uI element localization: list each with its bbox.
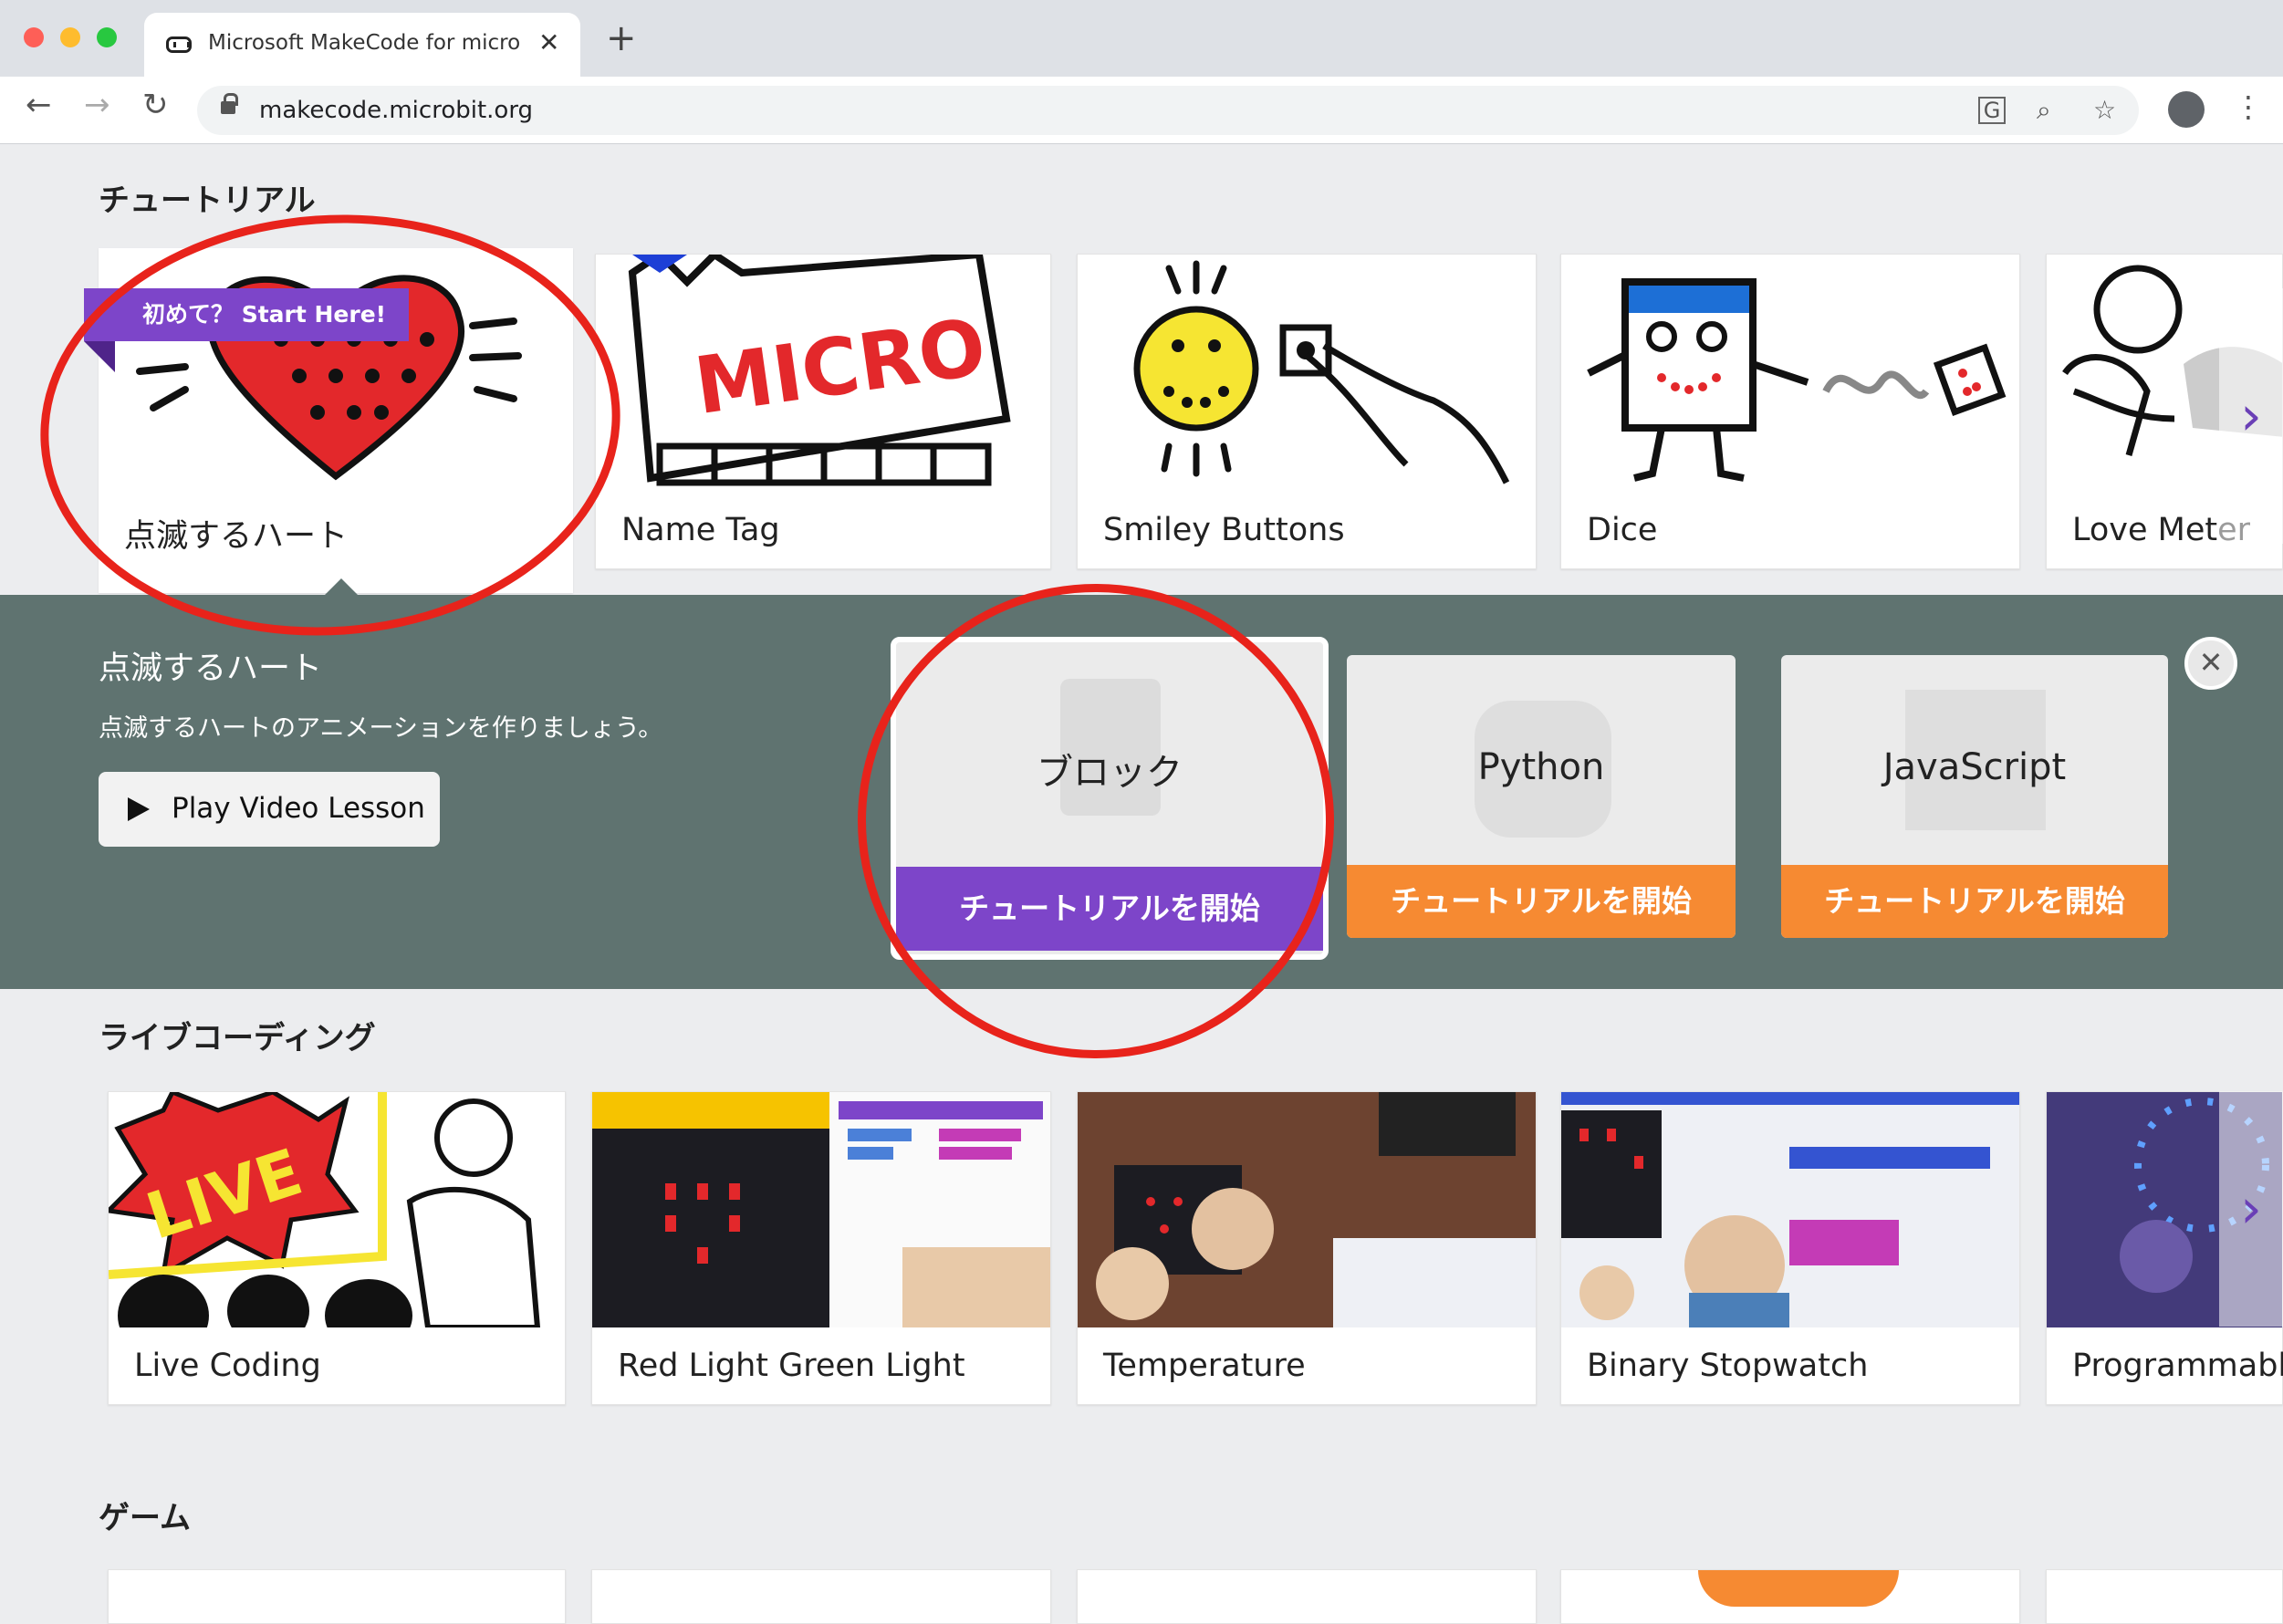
smiley-buttons-thumbnail — [1078, 255, 1536, 490]
tutorial-card-label: Dice — [1587, 512, 1658, 548]
tutorial-card-label: Name Tag — [621, 512, 780, 548]
play-icon — [128, 797, 150, 821]
translate-icon[interactable]: G — [1978, 97, 2006, 124]
tutorial-card-smiley-buttons[interactable]: Smiley Buttons — [1077, 254, 1537, 569]
zoom-window-button[interactable] — [97, 27, 117, 47]
live-card-live-coding[interactable]: LIVE Live Coding — [108, 1091, 566, 1405]
section-title-games: ゲーム — [99, 1500, 191, 1536]
detail-description: 点滅するハートのアニメーションを作りましょう。 — [99, 714, 663, 743]
browser-chrome: Microsoft MakeCode for micro ✕ + ← → ↻ m… — [0, 0, 2283, 144]
close-panel-icon[interactable]: ✕ — [2184, 637, 2237, 690]
start-tutorial-button-javascript[interactable]: チュートリアルを開始 — [1781, 865, 2168, 938]
game-card[interactable] — [591, 1569, 1051, 1624]
lock-icon — [221, 93, 238, 114]
language-card-javascript[interactable]: JavaScript チュートリアルを開始 — [1781, 655, 2168, 938]
address-bar[interactable]: makecode.microbit.org G ⌕ ☆ — [197, 86, 2139, 135]
forward-arrow-icon[interactable]: → — [84, 89, 110, 120]
game-card[interactable] — [2046, 1569, 2283, 1624]
tutorial-card-dice[interactable]: Dice — [1560, 254, 2020, 569]
section-title-tutorials: チュートリアル — [99, 182, 316, 219]
menu-kebab-icon[interactable]: ⋮ — [2234, 89, 2263, 124]
language-card-python[interactable]: Python チュートリアルを開始 — [1347, 655, 1736, 938]
profile-avatar-icon[interactable] — [2168, 91, 2205, 128]
browser-toolbar: ← → ↻ makecode.microbit.org G ⌕ ☆ ⋮ — [0, 77, 2283, 144]
reload-icon[interactable]: ↻ — [142, 89, 169, 120]
section-title-live-coding: ライブコーディング — [99, 1020, 376, 1057]
live-card-label: Programmable — [2072, 1348, 2283, 1384]
live-card-temperature[interactable]: Temperature — [1077, 1091, 1537, 1405]
live-card-label: Binary Stopwatch — [1587, 1348, 1869, 1384]
detail-title: 点滅するハート — [99, 651, 323, 687]
microbit-favicon-icon — [166, 36, 192, 53]
binary-stopwatch-thumbnail — [1561, 1092, 2019, 1327]
name-tag-thumbnail: MICRO — [596, 255, 1050, 490]
temperature-thumbnail — [1078, 1092, 1536, 1327]
url-text: makecode.microbit.org — [259, 97, 534, 124]
live-card-red-light-green-light[interactable]: Red Light Green Light — [591, 1091, 1051, 1405]
tutorial-card-name-tag[interactable]: MICRO Name Tag — [595, 254, 1051, 569]
zoom-icon[interactable]: ⌕ — [2037, 95, 2051, 126]
game-card[interactable] — [108, 1569, 566, 1624]
tab-bar: Microsoft MakeCode for micro ✕ + — [0, 0, 2283, 77]
tab-close-icon[interactable]: ✕ — [538, 27, 559, 57]
live-coding-thumbnail: LIVE — [109, 1092, 565, 1327]
carousel-next-arrow-icon[interactable]: › — [2219, 1091, 2283, 1327]
tab-title: Microsoft MakeCode for micro — [208, 31, 521, 55]
close-window-button[interactable] — [24, 27, 44, 47]
bookmark-star-icon[interactable]: ☆ — [2093, 95, 2116, 125]
browser-tab[interactable]: Microsoft MakeCode for micro ✕ — [144, 13, 580, 77]
game-card[interactable] — [1560, 1569, 2020, 1624]
live-card-binary-stopwatch[interactable]: Binary Stopwatch — [1560, 1091, 2020, 1405]
language-name: Python — [1477, 746, 1605, 788]
red-light-green-light-thumbnail — [592, 1092, 1050, 1327]
minimize-window-button[interactable] — [60, 27, 80, 47]
game-card[interactable] — [1077, 1569, 1537, 1624]
carousel-next-arrow-icon[interactable]: › — [2219, 288, 2283, 544]
language-name: JavaScript — [1882, 746, 2067, 788]
tutorial-card-label: Smiley Buttons — [1103, 512, 1345, 548]
game-thumbnail-shape — [1698, 1570, 1899, 1607]
live-card-label: Live Coding — [134, 1348, 321, 1384]
play-video-label: Play Video Lesson — [172, 792, 425, 825]
new-tab-button[interactable]: + — [606, 20, 637, 57]
live-card-label: Temperature — [1103, 1348, 1306, 1384]
play-video-lesson-button[interactable]: Play Video Lesson — [99, 772, 440, 847]
live-card-label: Red Light Green Light — [618, 1348, 965, 1384]
dice-thumbnail — [1561, 255, 2019, 490]
back-arrow-icon[interactable]: ← — [26, 89, 52, 120]
start-tutorial-button-python[interactable]: チュートリアルを開始 — [1347, 865, 1736, 938]
